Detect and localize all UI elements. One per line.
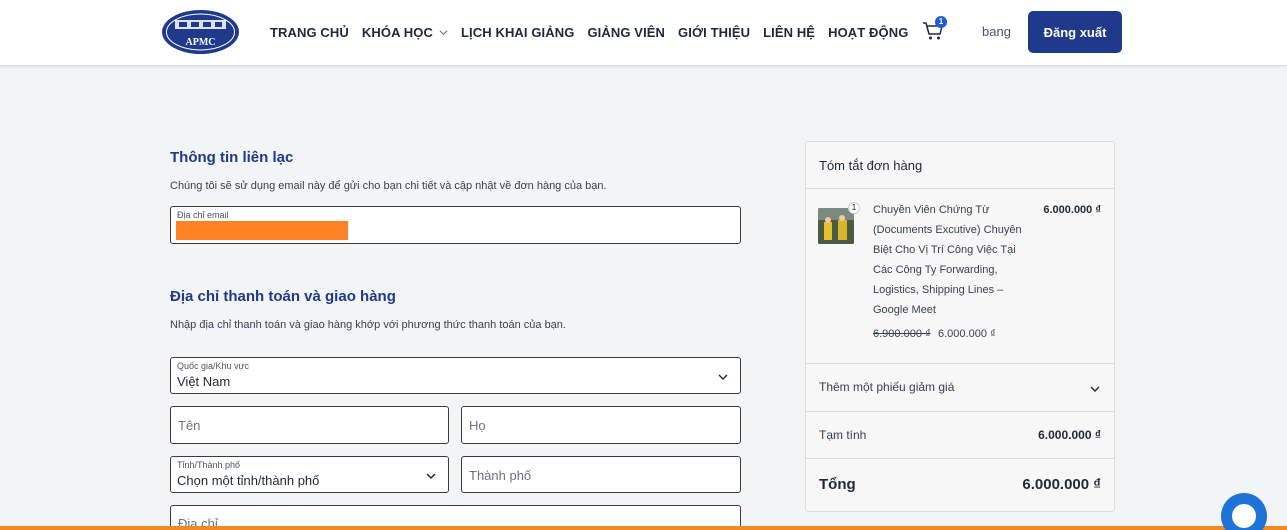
total-value: 6.000.000 ₫ xyxy=(1022,476,1101,493)
order-summary: Tóm tắt đơn hàng 1 Chuyên Viên Chứng Từ … xyxy=(805,141,1115,512)
cart-count-badge: 1 xyxy=(935,16,947,28)
logout-button[interactable]: Đăng xuất xyxy=(1028,11,1122,53)
summary-divider xyxy=(806,458,1114,459)
country-select-value: Việt Nam xyxy=(177,374,231,389)
user-name[interactable]: bang xyxy=(982,24,1011,39)
product-thumbnail xyxy=(818,208,854,244)
billing-section-title: Địa chỉ thanh toán và giao hàng xyxy=(170,288,396,305)
nav-activities[interactable]: HOẠT ĐỘNG xyxy=(828,25,908,40)
chevron-down-icon xyxy=(426,473,436,479)
summary-divider xyxy=(806,188,1114,189)
chevron-down-icon xyxy=(718,374,728,380)
billing-section-description: Nhập địa chỉ thanh toán và giao hàng khớ… xyxy=(170,319,566,331)
product-sale-price: 6.000.000 ₫ xyxy=(938,328,996,340)
site-header: APMC TRANG CHỦ KHÓA HỌC LỊCH KHAI GIẢNG … xyxy=(0,0,1287,66)
product-line-total: 6.000.000 ₫ xyxy=(1043,204,1101,216)
chevron-down-icon xyxy=(439,29,448,35)
nav-home[interactable]: TRANG CHỦ xyxy=(270,25,349,40)
product-old-price: 6.900.000 ₫ xyxy=(873,328,931,340)
nav-contact[interactable]: LIÊN HỆ xyxy=(763,25,815,40)
province-select-value: Chọn một tỉnh/thành phố xyxy=(177,473,320,488)
country-select-label: Quốc gia/Khu vực xyxy=(177,361,250,371)
logo-text: APMC xyxy=(186,37,216,48)
contact-section-description: Chúng tôi sẽ sử dụng email này để gửi ch… xyxy=(170,180,607,192)
country-select[interactable]: Quốc gia/Khu vực Việt Nam xyxy=(170,357,741,394)
nav-about[interactable]: GIỚI THIỆU xyxy=(678,25,750,40)
subtotal-label: Tạm tính xyxy=(819,428,867,442)
last-name-field[interactable]: Họ xyxy=(461,406,741,444)
nav-instructors[interactable]: GIẢNG VIÊN xyxy=(587,25,665,40)
subtotal-value: 6.000.000 ₫ xyxy=(1038,428,1101,442)
product-quantity-badge: 1 xyxy=(848,202,860,214)
first-name-placeholder: Tên xyxy=(178,418,201,433)
city-placeholder: Thành phố xyxy=(469,468,532,483)
order-summary-title: Tóm tắt đơn hàng xyxy=(819,158,923,173)
contact-section-title: Thông tin liên lạc xyxy=(170,149,294,166)
email-field-label: Địa chỉ email xyxy=(177,210,229,220)
product-name[interactable]: Chuyên Viên Chứng Từ (Documents Excutive… xyxy=(873,200,1031,320)
chevron-down-icon[interactable] xyxy=(1090,384,1100,394)
nav-courses-label: KHÓA HỌC xyxy=(361,24,434,40)
main-nav: TRANG CHỦ KHÓA HỌC LỊCH KHAI GIẢNG GIẢNG… xyxy=(270,0,921,64)
redacted-email-value xyxy=(176,221,348,240)
apmc-logo[interactable]: APMC xyxy=(161,9,240,55)
bottom-accent-bar xyxy=(0,526,1287,530)
province-select[interactable]: Tỉnh/Thành phố Chọn một tỉnh/thành phố xyxy=(170,456,449,493)
last-name-placeholder: Họ xyxy=(469,418,486,433)
chat-icon xyxy=(1232,504,1256,528)
nav-schedule[interactable]: LỊCH KHAI GIẢNG xyxy=(461,25,574,40)
province-select-label: Tỉnh/Thành phố xyxy=(177,460,241,470)
summary-divider xyxy=(806,411,1114,412)
city-field[interactable]: Thành phố xyxy=(461,456,741,493)
summary-divider xyxy=(806,363,1114,364)
nav-courses[interactable]: KHÓA HỌC xyxy=(362,25,448,40)
chat-widget-button[interactable] xyxy=(1221,493,1267,530)
coupon-toggle[interactable]: Thêm một phiếu giảm giá xyxy=(819,380,954,394)
total-label: Tổng xyxy=(819,476,856,493)
first-name-field[interactable]: Tên xyxy=(170,406,449,444)
email-field[interactable]: Địa chỉ email xyxy=(170,206,741,244)
